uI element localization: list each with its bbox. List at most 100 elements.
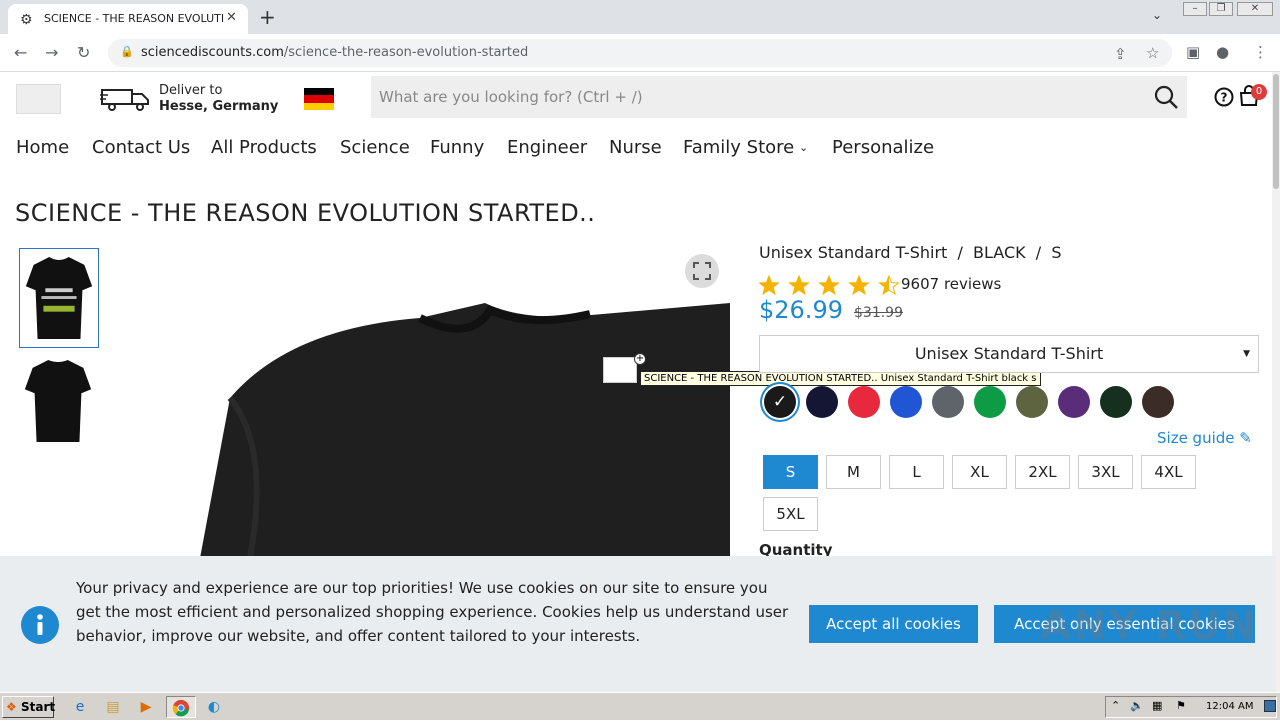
germany-flag-icon[interactable] bbox=[304, 88, 334, 110]
back-icon[interactable]: ← bbox=[14, 43, 27, 62]
show-desktop-icon[interactable] bbox=[1264, 700, 1276, 712]
nav-all-products[interactable]: All Products bbox=[211, 137, 317, 158]
color-swatch[interactable] bbox=[974, 386, 1006, 418]
neck-label bbox=[603, 357, 637, 383]
nav-engineer[interactable]: Engineer bbox=[507, 137, 587, 158]
share-icon[interactable]: ⇪ bbox=[1114, 45, 1127, 63]
star-icon bbox=[759, 274, 780, 296]
help-icon[interactable]: ? bbox=[1213, 86, 1235, 108]
size-5xl[interactable]: 5XL bbox=[763, 497, 818, 531]
star-icon[interactable]: ☆ bbox=[1146, 44, 1159, 62]
volume-icon[interactable]: 🔈 bbox=[1130, 699, 1144, 712]
start-button[interactable]: ❖ Start bbox=[2, 696, 55, 718]
forward-icon[interactable]: → bbox=[45, 43, 58, 62]
star-icon bbox=[848, 274, 870, 296]
close-window-button[interactable]: ✕ bbox=[1237, 2, 1273, 16]
size-m[interactable]: M bbox=[826, 455, 881, 489]
flag-icon[interactable]: ⚑ bbox=[1176, 699, 1186, 712]
size-3xl[interactable]: 3XL bbox=[1078, 455, 1133, 489]
star-icon bbox=[818, 274, 840, 296]
site-logo[interactable] bbox=[16, 84, 61, 114]
nav-contact-us[interactable]: Contact Us bbox=[92, 137, 190, 158]
restore-button[interactable]: ❐ bbox=[1209, 2, 1233, 16]
product-main-image[interactable] bbox=[170, 248, 730, 558]
price: $26.99 bbox=[759, 296, 843, 324]
address-bar[interactable]: 🔒 sciencediscounts.com/science-the-reaso… bbox=[108, 39, 1172, 67]
truck-icon bbox=[100, 89, 149, 111]
size-s[interactable]: S bbox=[763, 455, 818, 489]
color-swatch[interactable] bbox=[890, 386, 922, 418]
size-xl[interactable]: XL bbox=[952, 455, 1007, 489]
product-type-select[interactable]: Unisex Standard T-Shirt ▼ bbox=[759, 335, 1259, 373]
size-l[interactable]: L bbox=[889, 455, 944, 489]
new-tab-button[interactable]: + bbox=[259, 5, 276, 29]
thumbnail-front[interactable] bbox=[19, 248, 99, 348]
network-icon[interactable]: ▦ bbox=[1152, 699, 1162, 712]
color-swatch[interactable] bbox=[932, 386, 964, 418]
color-swatch[interactable] bbox=[1058, 386, 1090, 418]
zoom-cursor-icon: + bbox=[634, 353, 646, 365]
product-type-value: Unisex Standard T-Shirt bbox=[914, 344, 1104, 363]
deliver-location[interactable]: Hesse, Germany bbox=[159, 99, 278, 114]
thumbnail-back[interactable] bbox=[19, 352, 99, 452]
profile-icon[interactable]: ● bbox=[1216, 43, 1229, 61]
windows-taskbar: ❖ Start e ▤ ▶ ◐ ⌃ 🔈 ▦ ⚑ 12:04 AM bbox=[0, 692, 1280, 720]
nav-science[interactable]: Science bbox=[340, 137, 410, 158]
clock: 12:04 AM bbox=[1206, 701, 1254, 712]
caret-down-icon: ▼ bbox=[1243, 349, 1250, 359]
color-swatch[interactable] bbox=[1142, 386, 1174, 418]
folder-icon[interactable]: ▤ bbox=[101, 696, 125, 718]
chevron-down-icon[interactable]: ⌄ bbox=[1152, 8, 1162, 22]
menu-icon[interactable]: ⋮ bbox=[1253, 43, 1268, 61]
windows-logo-icon: ❖ bbox=[6, 700, 17, 714]
deliver-label[interactable]: Deliver to bbox=[159, 83, 222, 98]
browser-toolbar: ← → ↻ 🔒 sciencediscounts.com/science-the… bbox=[0, 34, 1280, 72]
reviews-link[interactable]: 9607 reviews bbox=[901, 275, 1001, 293]
size-2xl[interactable]: 2XL bbox=[1015, 455, 1070, 489]
nav-personalize[interactable]: Personalize bbox=[832, 137, 934, 158]
svg-text:?: ? bbox=[1221, 91, 1228, 105]
edge-icon[interactable]: ◐ bbox=[202, 696, 226, 718]
gear-icon: ⚙ bbox=[20, 12, 33, 28]
nav-funny[interactable]: Funny bbox=[430, 137, 484, 158]
browser-tab[interactable]: ⚙ SCIENCE - THE REASON EVOLUTION STARTED… bbox=[8, 4, 248, 34]
search-input[interactable] bbox=[371, 76, 1131, 118]
color-swatch[interactable] bbox=[1100, 386, 1132, 418]
checkmark-icon: ✓ bbox=[772, 392, 788, 412]
page-title: SCIENCE - THE REASON EVOLUTION STARTED.. bbox=[15, 199, 596, 227]
scrollbar-thumb[interactable] bbox=[1273, 74, 1279, 189]
chevron-down-icon: ⌄ bbox=[799, 141, 809, 154]
nav-nurse[interactable]: Nurse bbox=[609, 137, 662, 158]
sidebar-icon[interactable]: ▣ bbox=[1186, 43, 1200, 61]
reload-icon[interactable]: ↻ bbox=[77, 43, 90, 62]
image-tooltip: SCIENCE - THE REASON EVOLUTION STARTED..… bbox=[640, 371, 1041, 386]
chrome-icon[interactable] bbox=[166, 696, 196, 718]
nav-home[interactable]: Home bbox=[16, 137, 69, 158]
anyrun-watermark: ANY RUN bbox=[1040, 603, 1259, 649]
lock-icon: 🔒 bbox=[120, 45, 134, 58]
color-swatch[interactable] bbox=[848, 386, 880, 418]
cookie-message: Your privacy and experience are our top … bbox=[76, 579, 789, 645]
rating-stars bbox=[759, 274, 900, 296]
search-icon[interactable] bbox=[1152, 84, 1180, 110]
pencil-icon: ✎ bbox=[1239, 429, 1252, 447]
color-swatch[interactable] bbox=[806, 386, 838, 418]
minimize-button[interactable]: – bbox=[1183, 2, 1207, 16]
color-swatch[interactable]: ✓ bbox=[764, 386, 796, 418]
media-player-icon[interactable]: ▶ bbox=[134, 696, 158, 718]
star-icon bbox=[788, 274, 810, 296]
tab-title: SCIENCE - THE REASON EVOLUTION STARTED bbox=[44, 12, 224, 25]
url-text: sciencediscounts.com/science-the-reason-… bbox=[141, 45, 529, 60]
nav-family-store[interactable]: Family Store bbox=[683, 137, 794, 158]
size-guide-link[interactable]: Size guide ✎ bbox=[1157, 429, 1252, 447]
browser-tab-bar: ⚙ SCIENCE - THE REASON EVOLUTION STARTED… bbox=[0, 0, 1280, 34]
close-tab-icon[interactable]: ✕ bbox=[226, 10, 237, 25]
ie-icon[interactable]: e bbox=[68, 696, 92, 718]
tray-arrow-icon[interactable]: ⌃ bbox=[1111, 699, 1120, 712]
variant-summary: Unisex Standard T-Shirt / BLACK / S bbox=[759, 243, 1062, 262]
old-price: $31.99 bbox=[854, 305, 903, 321]
size-4xl[interactable]: 4XL bbox=[1141, 455, 1196, 489]
fullscreen-icon[interactable] bbox=[685, 254, 719, 288]
accept-all-cookies-button[interactable]: Accept all cookies bbox=[809, 605, 978, 643]
color-swatch[interactable] bbox=[1016, 386, 1048, 418]
